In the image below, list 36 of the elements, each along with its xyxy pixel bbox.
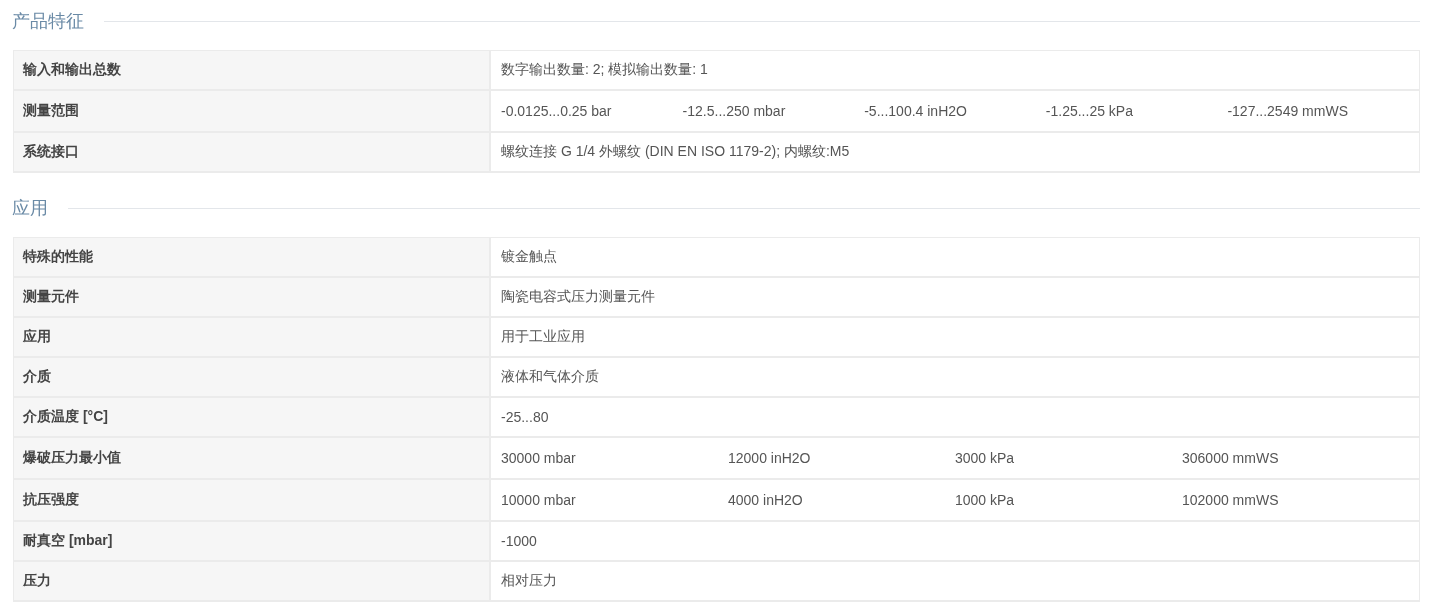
- spec-value: 306000 mmWS: [1182, 450, 1280, 466]
- spec-label: 特殊的性能: [14, 238, 491, 276]
- spec-value: 镀金触点: [501, 248, 558, 266]
- spec-value: 陶瓷电容式压力测量元件: [501, 288, 656, 306]
- spec-value: -25...80: [501, 409, 550, 425]
- spec-value: 数字输出数量: 2; 模拟输出数量: 1: [501, 61, 709, 79]
- section-title: 应用: [12, 197, 48, 220]
- spec-label: 输入和输出总数: [14, 51, 491, 89]
- spec-value: 螺纹连接 G 1/4 外螺纹 (DIN EN ISO 1179-2); 内螺纹:M5: [501, 143, 851, 161]
- spec-value: 30000 mbar: [501, 450, 577, 466]
- spec-label: 介质: [14, 358, 491, 396]
- spec-value: 102000 mmWS: [1182, 492, 1280, 508]
- spec-value: -127...2549 mmWS: [1227, 103, 1349, 119]
- spec-value: 相对压力: [501, 572, 558, 590]
- spec-value: -12.5...250 mbar: [682, 103, 787, 119]
- spec-value: 3000 kPa: [955, 450, 1016, 466]
- spec-value: 用于工业应用: [501, 328, 586, 346]
- spec-label: 耐真空 [mbar]: [14, 522, 491, 560]
- spec-label: 测量范围: [14, 91, 491, 131]
- section-title: 产品特征: [12, 10, 84, 33]
- spec-label: 应用: [14, 318, 491, 356]
- spec-label: 压力: [14, 562, 491, 600]
- spec-value: 10000 mbar: [501, 492, 577, 508]
- spec-label: 介质温度 [°C]: [14, 398, 491, 436]
- spec-label: 爆破压力最小值: [14, 438, 491, 478]
- spec-value: 4000 inH2O: [728, 492, 804, 508]
- spec-value: -1000: [501, 533, 538, 549]
- spec-value: 1000 kPa: [955, 492, 1016, 508]
- spec-label: 系统接口: [14, 133, 491, 171]
- spec-value: 12000 inH2O: [728, 450, 812, 466]
- spec-value: -1.25...25 kPa: [1045, 103, 1134, 119]
- spec-value: -0.0125...0.25 bar: [501, 103, 613, 119]
- spec-value: -5...100.4 inH2O: [864, 103, 968, 119]
- spec-value: 液体和气体介质: [501, 368, 600, 386]
- spec-label: 抗压强度: [14, 480, 491, 520]
- spec-label: 测量元件: [14, 278, 491, 316]
